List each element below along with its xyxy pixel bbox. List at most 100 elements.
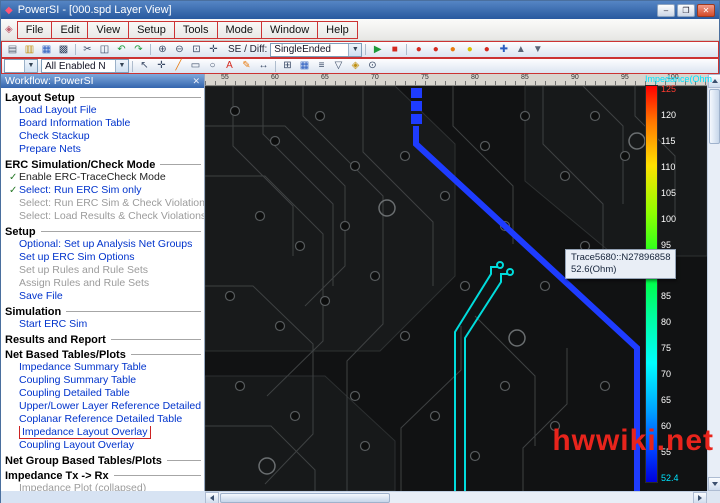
undo-icon[interactable]: ↶ bbox=[113, 43, 130, 57]
save-file-icon[interactable]: ▦ bbox=[38, 43, 55, 57]
scroll-down-button[interactable] bbox=[708, 477, 720, 491]
measure-icon[interactable]: ↔ bbox=[255, 59, 272, 73]
pan-icon[interactable]: ✛ bbox=[205, 43, 222, 57]
workflow-item-label[interactable]: Optional: Set up Analysis Net Groups bbox=[19, 238, 192, 250]
menu-edit[interactable]: Edit bbox=[51, 21, 88, 39]
workflow-item-label[interactable]: Select: Run ERC Sim only bbox=[19, 184, 142, 196]
workflow-item-label[interactable]: Coupling Detailed Table bbox=[19, 387, 130, 399]
print-icon[interactable]: ▩ bbox=[55, 43, 72, 57]
scroll-left-button[interactable] bbox=[205, 492, 219, 503]
select-arrow-icon[interactable]: ↖ bbox=[136, 59, 153, 73]
redo-icon[interactable]: ↷ bbox=[130, 43, 147, 57]
layer-up-icon[interactable]: ▲ bbox=[512, 43, 529, 57]
open-file-icon[interactable]: ▥ bbox=[21, 43, 38, 57]
menu-setup[interactable]: Setup bbox=[128, 21, 175, 39]
workflow-item-board-information-table[interactable]: Board Information Table bbox=[5, 117, 204, 130]
horizontal-scroll-thumb[interactable] bbox=[220, 493, 390, 503]
workflow-item-start-erc-sim[interactable]: Start ERC Sim bbox=[5, 318, 204, 331]
workflow-item-coupling-layout-overlay[interactable]: Coupling Layout Overlay bbox=[5, 439, 204, 452]
workflow-item-setup-net-groups[interactable]: Optional: Set up Analysis Net Groups bbox=[5, 238, 204, 251]
workflow-item-coupling-summary-table[interactable]: Coupling Summary Table bbox=[5, 374, 204, 387]
scroll-right-button[interactable] bbox=[693, 492, 707, 503]
run-simulation-icon[interactable]: ▶ bbox=[369, 43, 386, 57]
workflow-item-label[interactable]: Board Information Table bbox=[19, 117, 130, 129]
menu-window[interactable]: Window bbox=[261, 21, 318, 39]
marker-red-icon[interactable]: ● bbox=[410, 43, 427, 57]
workflow-item-label[interactable]: Start ERC Sim bbox=[19, 318, 87, 330]
layer-view-icon[interactable]: ▦ bbox=[296, 59, 313, 73]
close-button[interactable]: ✕ bbox=[697, 4, 715, 17]
workflow-item-upper-lower-reference[interactable]: Upper/Lower Layer Reference Detailed bbox=[5, 400, 204, 413]
target-via-icon[interactable]: ⊙ bbox=[364, 59, 381, 73]
grid-toggle-icon[interactable]: ⊞ bbox=[279, 59, 296, 73]
add-item-icon[interactable]: ✚ bbox=[495, 43, 512, 57]
workflow-item-label[interactable]: Set up ERC Sim Options bbox=[19, 251, 135, 263]
chevron-down-icon[interactable]: ▼ bbox=[348, 44, 361, 56]
horizontal-scrollbar[interactable] bbox=[205, 491, 707, 503]
workflow-item-label[interactable]: Impedance Summary Table bbox=[19, 361, 147, 373]
workflow-item-label[interactable]: Coupling Summary Table bbox=[19, 374, 136, 386]
workflow-item-label[interactable]: Coplanar Reference Detailed Table bbox=[19, 413, 182, 425]
nets-filter-select[interactable]: All Enabled N ▼ bbox=[41, 59, 129, 73]
workflow-item-label[interactable]: Prepare Nets bbox=[19, 143, 81, 155]
workflow-item-label[interactable]: Load Layout File bbox=[19, 104, 97, 116]
menu-view[interactable]: View bbox=[87, 21, 129, 39]
chevron-down-icon[interactable]: ▼ bbox=[24, 60, 37, 72]
menu-mode[interactable]: Mode bbox=[217, 21, 263, 39]
workflow-item-save-file[interactable]: Save File bbox=[5, 290, 204, 303]
flip-view-icon[interactable]: ▽ bbox=[330, 59, 347, 73]
view-select[interactable]: ▼ bbox=[4, 59, 38, 73]
layer-down-icon[interactable]: ▼ bbox=[529, 43, 546, 57]
maximize-button[interactable]: ❐ bbox=[677, 4, 695, 17]
move-tool-icon[interactable]: ✛ bbox=[153, 59, 170, 73]
workflow-item-coupling-detailed-table[interactable]: Coupling Detailed Table bbox=[5, 387, 204, 400]
marker-red-icon[interactable]: ● bbox=[478, 43, 495, 57]
se-diff-select[interactable]: SingleEnded ▼ bbox=[270, 43, 362, 57]
highlighted-trace-via-stack[interactable] bbox=[411, 88, 422, 124]
workflow-item-prepare-nets[interactable]: Prepare Nets bbox=[5, 143, 204, 156]
minimize-button[interactable]: – bbox=[657, 4, 675, 17]
stop-simulation-icon[interactable]: ■ bbox=[386, 43, 403, 57]
new-file-icon[interactable]: ▤ bbox=[4, 43, 21, 57]
workflow-item-label[interactable]: Upper/Lower Layer Reference Detailed bbox=[19, 400, 201, 412]
workflow-item-label[interactable]: Enable ERC-TraceCheck Mode bbox=[19, 171, 166, 183]
zoom-in-icon[interactable]: ⊕ bbox=[154, 43, 171, 57]
zoom-fit-icon[interactable]: ⊡ bbox=[188, 43, 205, 57]
workflow-item-label[interactable]: Check Stackup bbox=[19, 130, 90, 142]
workflow-item-enable-erc-tracecheck[interactable]: ✓Enable ERC-TraceCheck Mode bbox=[5, 171, 204, 184]
chevron-down-icon[interactable]: ▼ bbox=[115, 60, 128, 72]
workflow-item-check-stackup[interactable]: Check Stackup bbox=[5, 130, 204, 143]
workflow-item-label[interactable]: Coupling Layout Overlay bbox=[19, 439, 134, 451]
copy-icon[interactable]: ◫ bbox=[96, 43, 113, 57]
toolbar-separator bbox=[150, 44, 151, 55]
draw-circle-icon[interactable]: ○ bbox=[204, 59, 221, 73]
workflow-item-impedance-layout-overlay[interactable]: Impedance Layout Overlay bbox=[5, 426, 204, 439]
resize-corner[interactable] bbox=[707, 491, 720, 503]
section-erc-mode: ERC Simulation/Check Mode bbox=[5, 158, 204, 171]
workflow-item-impedance-summary-table[interactable]: Impedance Summary Table bbox=[5, 361, 204, 374]
layer-view-canvas[interactable]: 55 60 65 70 75 80 85 90 95 100 bbox=[205, 74, 720, 491]
menu-file[interactable]: File bbox=[17, 21, 53, 39]
marker-yellow-icon[interactable]: ● bbox=[461, 43, 478, 57]
workflow-item-label[interactable]: Impedance Layout Overlay bbox=[19, 426, 151, 439]
draw-line-icon[interactable]: ╱ bbox=[170, 59, 187, 73]
vertical-scroll-thumb[interactable] bbox=[709, 89, 720, 144]
workflow-item-label[interactable]: Save File bbox=[19, 290, 63, 302]
workflow-item-coplanar-reference[interactable]: Coplanar Reference Detailed Table bbox=[5, 413, 204, 426]
workflow-item-load-layout-file[interactable]: Load Layout File bbox=[5, 104, 204, 117]
marker-orange-icon[interactable]: ● bbox=[444, 43, 461, 57]
menu-tools[interactable]: Tools bbox=[174, 21, 218, 39]
draw-rect-icon[interactable]: ▭ bbox=[187, 59, 204, 73]
zoom-out-icon[interactable]: ⊖ bbox=[171, 43, 188, 57]
menu-help[interactable]: Help bbox=[317, 21, 358, 39]
net-list-icon[interactable]: ≡ bbox=[313, 59, 330, 73]
workflow-item-select-run-erc-sim-only[interactable]: ✓Select: Run ERC Sim only bbox=[5, 184, 204, 197]
cut-icon[interactable]: ✂ bbox=[79, 43, 96, 57]
text-tool-icon[interactable]: A bbox=[221, 59, 238, 73]
panel-close-icon[interactable]: ✕ bbox=[192, 76, 200, 87]
workflow-item-setup-erc-sim-options[interactable]: Set up ERC Sim Options bbox=[5, 251, 204, 264]
edit-pencil-icon[interactable]: ✎ bbox=[238, 59, 255, 73]
app-icon: ◆ bbox=[5, 5, 13, 16]
highlight-net-icon[interactable]: ◈ bbox=[347, 59, 364, 73]
marker-red-icon[interactable]: ● bbox=[427, 43, 444, 57]
